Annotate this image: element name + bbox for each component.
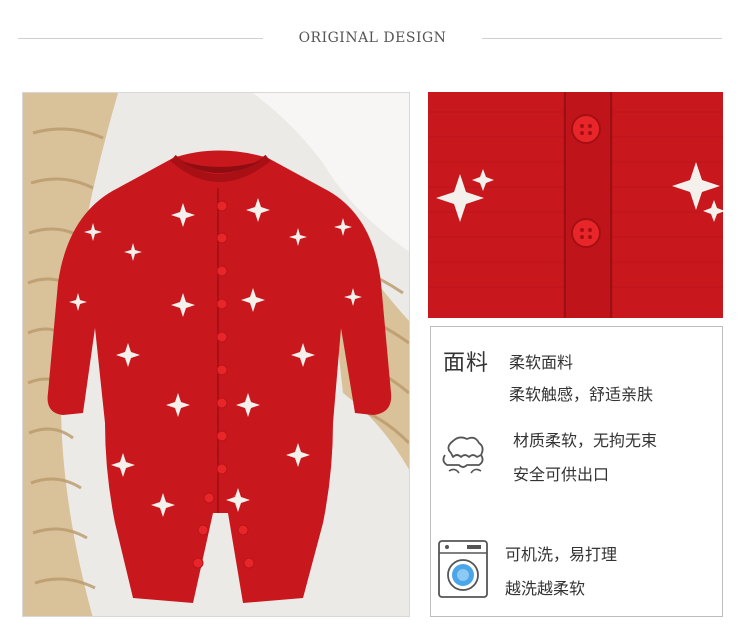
- feature-washable-line-1: 可机洗，易打理: [505, 545, 618, 564]
- feature-soft-line-1: 材质柔软，无拘无束: [513, 431, 658, 450]
- header-title: ORIGINAL DESIGN: [298, 30, 447, 46]
- cloud-icon: [437, 429, 489, 485]
- feature-washable: 可机洗，易打理 越洗越柔软: [431, 527, 722, 618]
- feature-soft-line-2: 安全可供出口: [513, 465, 610, 484]
- header-divider-left: [18, 38, 263, 39]
- product-photo-detail: [428, 92, 723, 318]
- fabric-text-icon: 面料: [443, 351, 490, 376]
- feature-fabric-line-1: 柔软面料: [509, 353, 574, 372]
- feature-washable-line-2: 越洗越柔软: [505, 579, 586, 598]
- feature-soft: 材质柔软，无拘无束 安全可供出口: [431, 419, 722, 514]
- washing-machine-icon: [437, 539, 489, 603]
- product-photo-main: [22, 92, 410, 617]
- feature-fabric-line-2: 柔软触感，舒适亲肤: [509, 385, 654, 404]
- header-divider-right: [482, 38, 722, 39]
- feature-fabric: 面料 柔软面料 柔软触感，舒适亲肤: [431, 327, 722, 417]
- features-panel: 面料 柔软面料 柔软触感，舒适亲肤 材质柔软，无拘无束 安全可供出口 可机洗，易…: [430, 326, 723, 617]
